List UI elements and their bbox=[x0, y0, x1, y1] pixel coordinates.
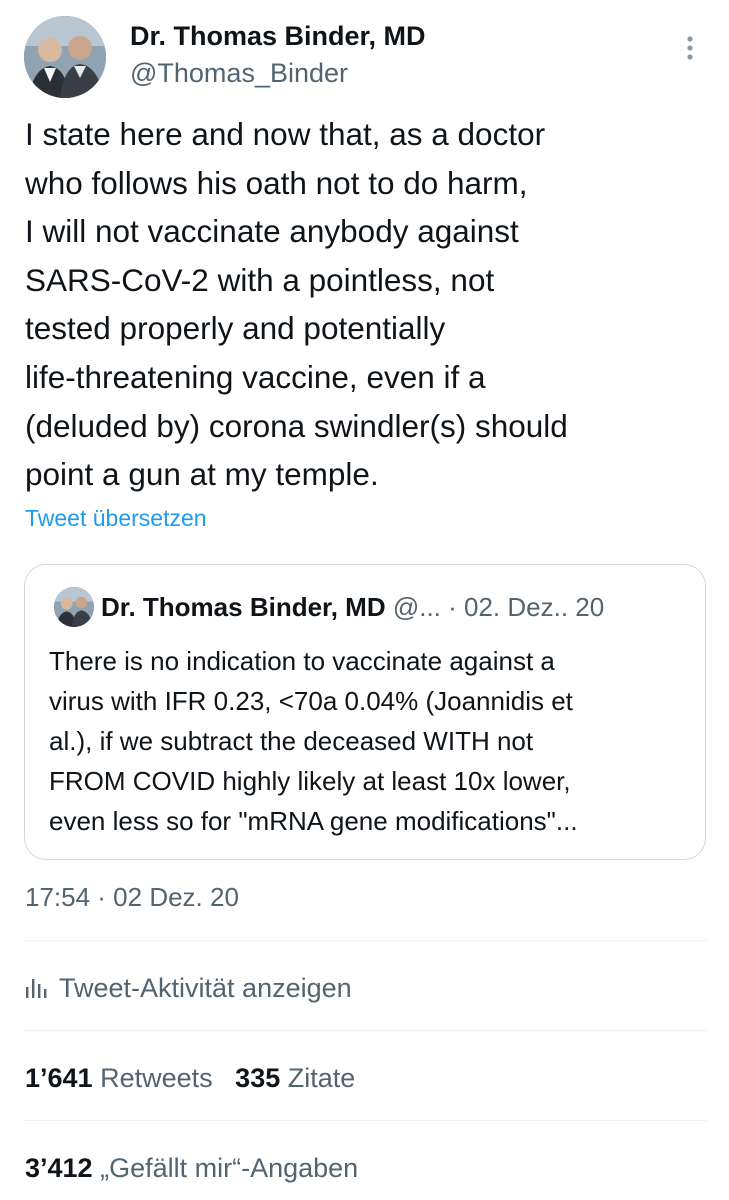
author-name[interactable]: Dr. Thomas Binder, MD bbox=[130, 19, 426, 53]
tweet-text-line: point a gun at my temple. bbox=[25, 456, 379, 493]
quote-tweet-card[interactable]: Dr. Thomas Binder, MD @... · 02. Dez.. 2… bbox=[24, 564, 706, 860]
quote-author-avatar bbox=[54, 587, 94, 627]
quotes-stat[interactable]: 335 Zitate bbox=[235, 1063, 355, 1093]
divider bbox=[24, 1120, 708, 1121]
tweet-timestamp[interactable]: 17:54 · 02 Dez. 20 bbox=[25, 880, 239, 914]
tweet-text-line: who follows his oath not to do harm, bbox=[25, 164, 528, 201]
quote-text-line: FROM COVID highly likely at least 10x lo… bbox=[49, 766, 571, 796]
tweet-activity-link[interactable]: Tweet-Aktivität anzeigen bbox=[25, 970, 352, 1006]
tweet-text-line: SARS-CoV-2 with a pointless, not bbox=[25, 261, 495, 298]
likes-label: „Gefällt mir“-Angaben bbox=[100, 1153, 359, 1183]
tweet-text-line: I will not vaccinate anybody against bbox=[25, 213, 519, 250]
tweet-text-line: tested properly and potentially bbox=[25, 310, 446, 347]
divider bbox=[24, 940, 708, 941]
quote-author-name: Dr. Thomas Binder, MD bbox=[101, 592, 386, 622]
tweet-detail: Dr. Thomas Binder, MD @Thomas_Binder I s… bbox=[0, 0, 729, 1200]
retweet-quote-stats: 1’641 Retweets 335 Zitate bbox=[25, 1060, 355, 1096]
retweets-stat[interactable]: 1’641 Retweets bbox=[25, 1063, 213, 1093]
quotes-count: 335 bbox=[235, 1063, 281, 1093]
tweet-text-line: life-threatening vaccine, even if a bbox=[25, 358, 486, 395]
tweet-activity-label: Tweet-Aktivität anzeigen bbox=[59, 973, 352, 1003]
quote-text-line: There is no indication to vaccinate agai… bbox=[49, 646, 555, 676]
tweet-text-line: (deluded by) corona swindler(s) should bbox=[25, 407, 568, 444]
retweets-label: Retweets bbox=[100, 1063, 213, 1093]
quote-handle-date: @... · 02. Dez.. 20 bbox=[385, 592, 605, 622]
quote-text-line: even less so for "mRNA gene modification… bbox=[49, 806, 578, 836]
likes-count: 3’412 bbox=[25, 1153, 93, 1183]
translate-tweet-link[interactable]: Tweet übersetzen bbox=[25, 503, 207, 533]
quote-text-line: al.), if we subtract the deceased WITH n… bbox=[49, 726, 534, 756]
divider bbox=[24, 1030, 708, 1031]
tweet-text-line: I state here and now that, as a doctor bbox=[25, 116, 546, 152]
more-vertical-icon[interactable] bbox=[680, 33, 700, 67]
author-avatar[interactable] bbox=[24, 16, 106, 98]
quote-header: Dr. Thomas Binder, MD @... · 02. Dez.. 2… bbox=[101, 591, 604, 623]
retweets-count: 1’641 bbox=[25, 1063, 93, 1093]
quote-text: There is no indication to vaccinate agai… bbox=[49, 641, 699, 841]
likes-stats[interactable]: 3’412 „Gefällt mir“-Angaben bbox=[25, 1150, 358, 1186]
quotes-label: Zitate bbox=[287, 1063, 356, 1093]
bar-chart-icon bbox=[25, 977, 47, 999]
author-handle[interactable]: @Thomas_Binder bbox=[130, 56, 348, 90]
quote-text-line: virus with IFR 0.23, <70a 0.04% (Joannid… bbox=[49, 686, 573, 716]
tweet-text: I state here and now that, as a doctor w… bbox=[25, 110, 705, 499]
